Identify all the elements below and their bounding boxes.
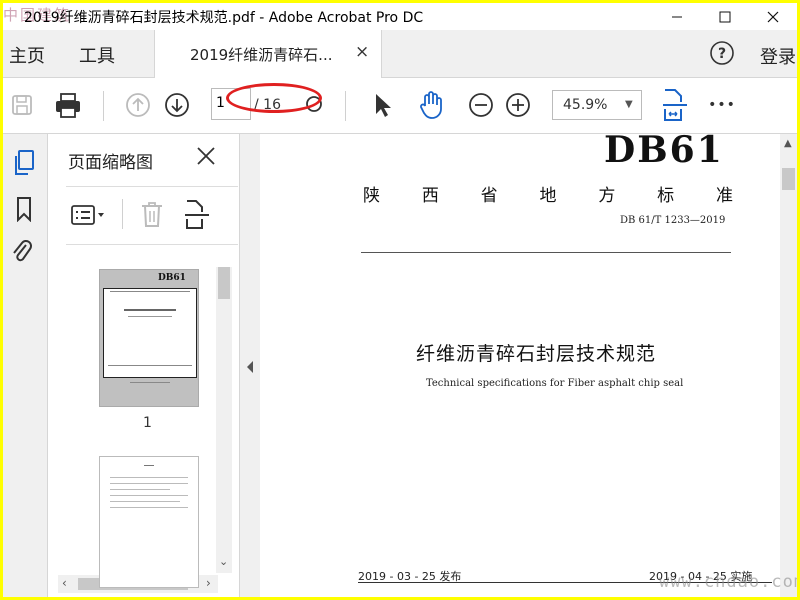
page-thumbnails-button[interactable] [9, 148, 39, 178]
watermark-bottom-right: www.chdao.com [659, 572, 797, 592]
tab-close-button[interactable]: × [355, 42, 369, 62]
pages-icon [15, 150, 34, 175]
chevron-down-icon: ▼ [625, 99, 633, 110]
page-thumbnail-2[interactable] [99, 456, 199, 588]
scroll-right-icon[interactable]: › [206, 576, 211, 590]
nav-tools[interactable]: 工具 [79, 42, 115, 68]
print-icon [56, 93, 80, 118]
category-char: 标 [657, 186, 675, 206]
close-window-button[interactable] [751, 3, 795, 30]
maximize-icon [719, 11, 731, 22]
standard-code: DB61 [604, 129, 724, 171]
thumbnail-page-preview [103, 288, 197, 378]
document-title-en: Technical specifications for Fiber aspha… [426, 378, 684, 389]
page-thumbnail-1[interactable]: DB61 [99, 269, 199, 407]
thumbnail-page-number: 1 [143, 415, 152, 431]
panel-separator [122, 199, 123, 229]
close-panel-button[interactable] [196, 146, 216, 172]
thumbnail-toolbar [66, 186, 238, 245]
red-annotation-oval [226, 83, 322, 113]
window-title: 2019纤维沥青碎石封层技术规范.pdf - Adobe Acrobat Pro… [24, 10, 424, 26]
category-char: 方 [598, 186, 616, 206]
save-icon [12, 95, 32, 115]
scrollbar-thumb[interactable] [218, 267, 230, 299]
document-tab-label: 2019纤维沥青碎石... [190, 46, 333, 64]
bookmarks-button[interactable] [9, 194, 39, 224]
close-icon [767, 11, 779, 22]
svg-text:?: ? [718, 46, 726, 62]
fit-page-icon [185, 200, 209, 229]
scrollbar-thumb[interactable] [782, 168, 795, 190]
thumbnails-vertical-scrollbar[interactable]: ⌄ [216, 267, 232, 573]
zoom-out-button[interactable] [466, 90, 496, 120]
category-char: 陕 [363, 186, 380, 206]
thumbnails-panel-title: 页面缩略图 [68, 153, 153, 173]
more-tools-button[interactable]: ••• [707, 93, 737, 117]
nav-home[interactable]: 主页 [9, 42, 45, 68]
document-tab[interactable]: 2019纤维沥青碎石... × [154, 30, 382, 78]
zoom-out-icon [469, 93, 493, 117]
options-menu-icon [71, 205, 104, 225]
toolbar-separator [345, 91, 346, 121]
acrobat-window: 中国建筑 2019纤维沥青碎石封层技术规范.pdf - Adobe Acroba… [3, 3, 797, 597]
document-title-cn: 纤维沥青碎石封层技术规范 [416, 343, 657, 365]
header-rule [361, 252, 731, 253]
zoom-in-button[interactable] [503, 90, 533, 120]
close-icon [197, 147, 215, 165]
fit-page-icon [663, 89, 687, 121]
minimize-icon [672, 16, 682, 17]
arrow-down-circle-icon [165, 93, 189, 117]
print-button[interactable] [51, 88, 85, 122]
toolbar-separator [103, 91, 104, 121]
zoom-in-icon [506, 93, 530, 117]
zoom-level-value: 45.9% [563, 97, 608, 113]
paperclip-icon [13, 240, 32, 262]
trash-icon [142, 202, 162, 227]
page-layout-button[interactable] [182, 197, 212, 231]
title-bar: 中国建筑 2019纤维沥青碎石封层技术规范.pdf - Adobe Acroba… [3, 3, 797, 30]
bookmark-icon [17, 197, 31, 222]
standard-category-title: 陕 西 省 地 方 标 准 [363, 181, 733, 206]
category-char: 西 [421, 186, 439, 206]
attachments-button[interactable] [7, 236, 37, 266]
collapse-arrow-icon [247, 361, 253, 373]
thumbnail-header: DB61 [158, 273, 186, 283]
category-char: 地 [539, 186, 557, 206]
category-char: 准 [715, 186, 733, 206]
thumbnail-options-button[interactable] [68, 201, 108, 229]
top-nav: 主页 工具 2019纤维沥青碎石... × ? 登录 [3, 30, 797, 78]
zoom-level-select[interactable]: 45.9% ▼ [552, 90, 642, 120]
fit-page-button[interactable] [659, 86, 691, 124]
login-link[interactable]: 登录 [760, 43, 796, 69]
document-vertical-scrollbar[interactable]: ▲ [780, 134, 797, 597]
save-button[interactable] [7, 90, 37, 120]
arrow-up-circle-icon [126, 93, 150, 117]
next-page-button[interactable] [162, 90, 192, 120]
standard-number: DB 61/T 1233—2019 [620, 215, 726, 226]
scroll-up-icon[interactable]: ▲ [784, 138, 792, 149]
cursor-arrow-icon [376, 94, 391, 117]
left-icon-rail [3, 134, 48, 597]
help-icon[interactable]: ? [710, 41, 734, 65]
panel-collapse-divider[interactable] [239, 134, 261, 597]
maximize-button[interactable] [703, 3, 747, 30]
scroll-down-icon[interactable]: ⌄ [219, 555, 228, 568]
main-toolbar: 1 / 16 45.9% ▼ ••• [3, 78, 797, 134]
minimize-button[interactable] [655, 3, 699, 30]
select-tool-button[interactable] [367, 90, 397, 120]
hand-tool-button[interactable] [414, 88, 448, 122]
category-char: 省 [480, 186, 498, 206]
hand-icon [420, 91, 442, 119]
scroll-left-icon[interactable]: ‹ [62, 576, 67, 590]
delete-page-button[interactable] [138, 199, 166, 229]
prev-page-button[interactable] [123, 90, 153, 120]
